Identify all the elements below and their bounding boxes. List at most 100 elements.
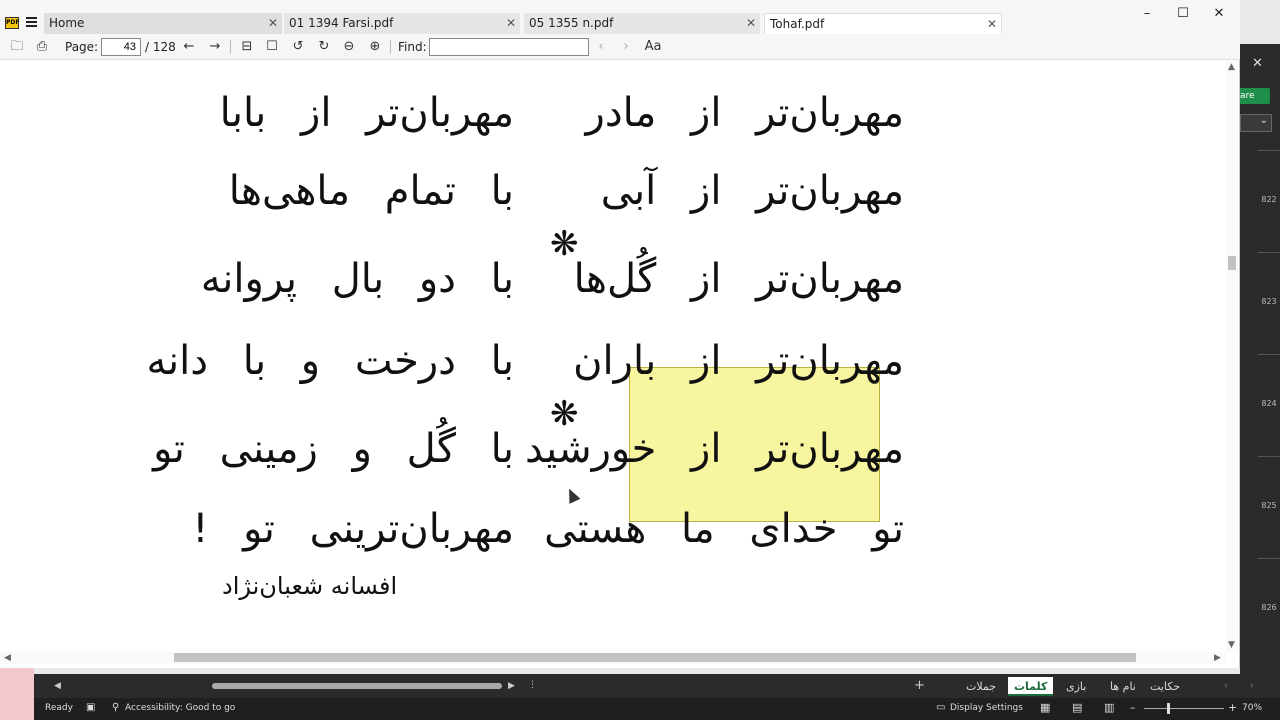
page-break-icon[interactable]: ▥	[1104, 701, 1114, 714]
zoom-level[interactable]: 70%	[1242, 703, 1262, 713]
find-previous-icon[interactable]: ‹	[592, 39, 610, 55]
row-header: 822	[1258, 150, 1280, 250]
find-label: Find:	[398, 40, 427, 54]
sheet-tab[interactable]: بازی	[1060, 677, 1092, 696]
horizontal-scrollbar[interactable]: ◀ ▶	[0, 652, 1226, 664]
page-total: / 128	[145, 40, 176, 54]
app-logo-icon: PDF	[5, 17, 19, 29]
close-tab-icon[interactable]: ✕	[746, 13, 756, 33]
sheet-tab[interactable]: حکایت	[1144, 677, 1186, 696]
toolbar: 🗀 ⎙ Page: / 128 ← → ⊟ ☐ ↺ ↻ ⊖ ⊕ Find: ‹ …	[0, 34, 1240, 60]
more-options-icon[interactable]: ⋮	[528, 680, 537, 690]
pdf-viewer-window: PDF Home ✕ 01 1394 Farsi.pdf ✕ 05 1355 n…	[0, 0, 1240, 668]
poem-line-left: با گُل و زمینی تو	[153, 426, 514, 472]
page-label: Page:	[65, 40, 99, 54]
add-sheet-icon[interactable]: +	[914, 678, 925, 693]
next-sheet-icon[interactable]: ›	[1250, 681, 1254, 691]
scroll-right-icon[interactable]: ▶	[508, 681, 515, 691]
close-tab-icon[interactable]: ✕	[506, 13, 516, 33]
sheet-horizontal-scrollbar[interactable]	[52, 680, 522, 690]
poem-line-left: با دو بال پروانه	[200, 256, 514, 302]
next-page-icon[interactable]: →	[206, 39, 224, 55]
tab-label: 01 1394 Farsi.pdf	[289, 16, 394, 30]
excel-dropdown[interactable]: ⌄	[1240, 114, 1272, 132]
display-settings-icon: ▭	[936, 702, 946, 713]
prev-sheet-icon[interactable]: ‹	[1224, 681, 1228, 691]
accessibility-status[interactable]: Accessibility: Good to go	[125, 703, 235, 713]
excel-close-icon[interactable]: ✕	[1252, 56, 1263, 71]
poem-line-right: مهربان‌تر از آبی	[600, 168, 904, 214]
toolbar-divider	[230, 40, 231, 54]
poem-line-right: مهربان‌تر از خورشید	[525, 426, 904, 472]
tab-document[interactable]: 01 1394 Farsi.pdf ✕	[284, 13, 520, 34]
tab-document-active[interactable]: Tohaf.pdf ✕	[764, 13, 1002, 34]
poem-line-right: مهربان‌تر از گُل‌ها	[573, 256, 904, 302]
zoom-out-icon[interactable]: ⊖	[340, 39, 358, 55]
rotate-right-icon[interactable]: ↻	[315, 39, 333, 55]
tab-label: Tohaf.pdf	[770, 17, 825, 31]
flower-separator-icon: ❋	[550, 224, 579, 264]
excel-share-button[interactable]: are	[1238, 88, 1270, 104]
print-icon[interactable]: ⎙	[33, 39, 51, 55]
single-page-icon[interactable]: ☐	[263, 39, 281, 55]
find-next-icon[interactable]: ›	[617, 39, 635, 55]
scroll-left-icon[interactable]: ◀	[4, 653, 11, 663]
menu-icon[interactable]	[26, 17, 37, 27]
zoom-in-icon[interactable]: +	[1228, 701, 1237, 714]
close-tab-icon[interactable]: ✕	[268, 13, 278, 33]
tab-bar: PDF Home ✕ 01 1394 Farsi.pdf ✕ 05 1355 n…	[0, 0, 1240, 34]
poem-author: افسانه شعبان‌نژاد	[222, 572, 398, 600]
normal-view-icon[interactable]: ▦	[1040, 701, 1050, 714]
zoom-slider[interactable]	[1144, 708, 1224, 709]
row-header: 825	[1258, 456, 1280, 556]
minimize-button[interactable]: –	[1137, 6, 1157, 22]
scroll-right-icon[interactable]: ▶	[1214, 653, 1221, 663]
scroll-down-icon[interactable]: ▼	[1228, 640, 1235, 650]
scrollbar-thumb[interactable]	[1228, 256, 1236, 270]
zoom-in-icon[interactable]: ⊕	[366, 39, 384, 55]
continuous-view-icon[interactable]: ⊟	[238, 39, 256, 55]
tab-label: 05 1355 n.pdf	[529, 16, 614, 30]
mouse-cursor-icon	[563, 486, 581, 504]
display-settings-button[interactable]: Display Settings	[950, 703, 1023, 713]
open-folder-icon[interactable]: 🗀	[8, 39, 26, 55]
rotate-left-icon[interactable]: ↺	[289, 39, 307, 55]
scroll-up-icon[interactable]: ▲	[1228, 62, 1235, 72]
tab-home[interactable]: Home ✕	[44, 13, 282, 34]
tab-document[interactable]: 05 1355 n.pdf ✕	[524, 13, 760, 34]
excel-status-bar: Ready ▣ ⚲ Accessibility: Good to go ▭ Di…	[34, 698, 1280, 720]
scrollbar-thumb[interactable]	[212, 683, 502, 689]
excel-sheet-tab-bar: ◀ ▶ ⋮ + جملات کلمات بازی نام ها حکایت ‹ …	[34, 674, 1280, 698]
toolbar-divider	[390, 40, 391, 54]
poem-line-right: مهربان‌تر از مادر	[585, 90, 904, 136]
poem-line-left: با درخت و با دانه	[146, 338, 514, 384]
row-header: 823	[1258, 252, 1280, 352]
page-number-input[interactable]	[101, 38, 141, 56]
macro-record-icon[interactable]: ▣	[86, 702, 95, 713]
match-case-icon[interactable]: Aa	[644, 39, 662, 55]
row-header: 824	[1258, 354, 1280, 454]
poem-line-right: مهربان‌تر از باران	[573, 338, 904, 384]
find-input[interactable]	[429, 38, 589, 56]
vertical-scrollbar[interactable]: ▲ ▼	[1226, 60, 1238, 652]
poem-line-left: با تمام ماهی‌ها	[228, 168, 514, 214]
maximize-button[interactable]: ☐	[1173, 6, 1193, 22]
accessibility-icon: ⚲	[112, 702, 120, 713]
page-layout-icon[interactable]: ▤	[1072, 701, 1082, 714]
scrollbar-thumb[interactable]	[174, 653, 1136, 662]
zoom-slider-thumb[interactable]	[1167, 703, 1170, 714]
document-page[interactable]: مهربان‌تر از بابا با تمام ماهی‌ها با دو …	[0, 60, 1226, 652]
poem-line-left: مهربان‌ترینی تو !	[192, 506, 514, 552]
close-tab-icon[interactable]: ✕	[987, 14, 997, 34]
sheet-tab-active[interactable]: کلمات	[1008, 677, 1054, 696]
sheet-tab[interactable]: نام ها	[1104, 677, 1142, 696]
poem-line-right: تو خدای ما هستی	[544, 506, 904, 552]
close-button[interactable]: ✕	[1209, 6, 1229, 22]
status-ready: Ready	[45, 703, 73, 713]
tab-label: Home	[49, 16, 85, 30]
flower-separator-icon: ❋	[550, 394, 579, 434]
previous-page-icon[interactable]: ←	[180, 39, 198, 55]
sheet-tab[interactable]: جملات	[960, 677, 1002, 696]
zoom-out-icon[interactable]: –	[1130, 701, 1136, 714]
row-header: 826	[1258, 558, 1280, 658]
